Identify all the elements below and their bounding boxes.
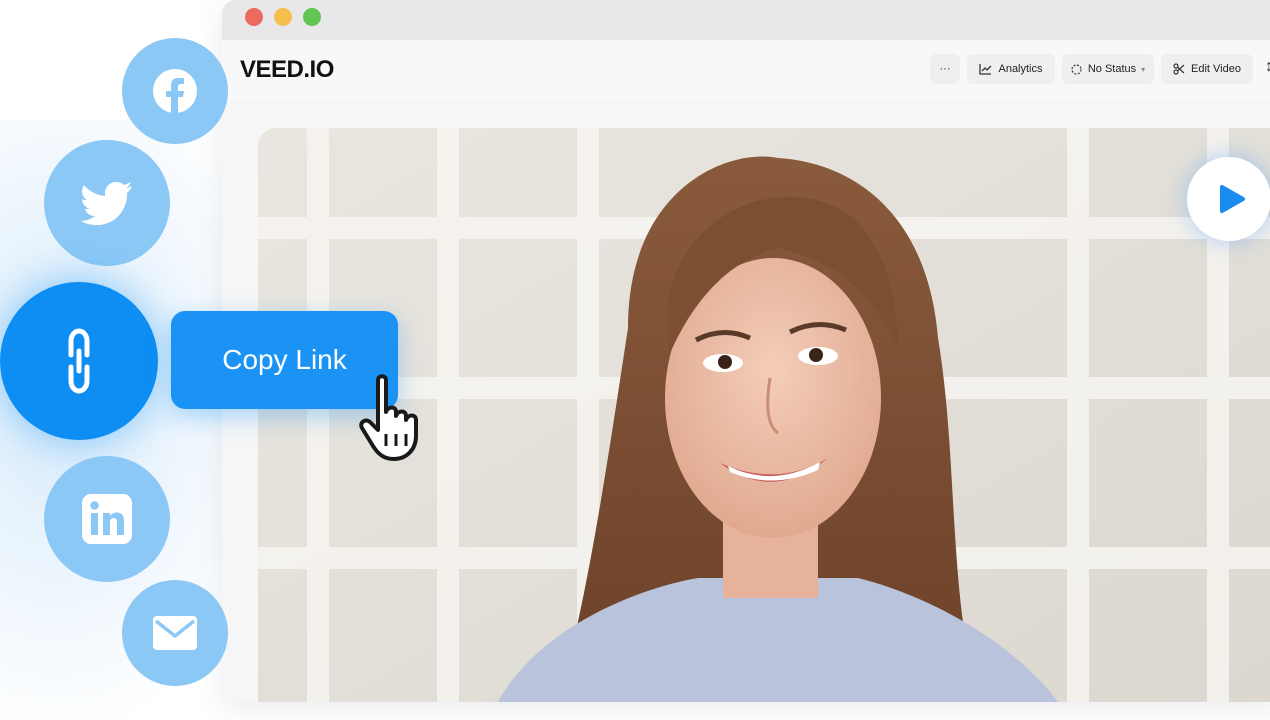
email-icon — [153, 616, 197, 650]
chevron-down-icon: ▾ — [1141, 64, 1146, 74]
hand-pointer-icon — [359, 374, 418, 461]
twitter-icon — [81, 182, 132, 225]
minimize-window-button[interactable] — [274, 8, 292, 26]
share-facebook-button[interactable] — [122, 38, 228, 144]
linkedin-icon — [82, 494, 132, 544]
analytics-button[interactable]: Analytics — [967, 54, 1055, 84]
status-dashed-circle-icon — [1071, 63, 1082, 75]
share-twitter-button[interactable] — [44, 140, 170, 266]
status-dropdown[interactable]: No Status ▾ — [1062, 54, 1154, 84]
share-email-button[interactable] — [122, 580, 228, 686]
facebook-icon — [153, 69, 197, 113]
share-copy-link-button[interactable] — [0, 282, 158, 440]
close-window-button[interactable] — [245, 8, 263, 26]
app-header: VEED.IO ··· Analytics No Status ▾ Edit V… — [222, 40, 1270, 100]
play-button[interactable] — [1187, 157, 1270, 241]
window-titlebar — [222, 0, 1270, 40]
more-options-button[interactable]: ··· — [930, 54, 960, 84]
edit-video-button[interactable]: Edit Video — [1161, 54, 1253, 84]
maximize-window-button[interactable] — [303, 8, 321, 26]
share-linkedin-button[interactable] — [44, 456, 170, 582]
edit-video-label: Edit Video — [1191, 63, 1241, 75]
link-icon — [68, 328, 90, 394]
status-label: No Status — [1087, 63, 1137, 75]
scissors-icon — [1173, 63, 1185, 75]
play-icon — [1220, 185, 1245, 213]
chart-icon — [979, 63, 992, 75]
veed-logo[interactable]: VEED.IO — [240, 56, 334, 84]
analytics-label: Analytics — [998, 63, 1043, 75]
resize-icon[interactable]: ↕ — [1265, 58, 1270, 76]
more-icon: ··· — [939, 63, 951, 75]
